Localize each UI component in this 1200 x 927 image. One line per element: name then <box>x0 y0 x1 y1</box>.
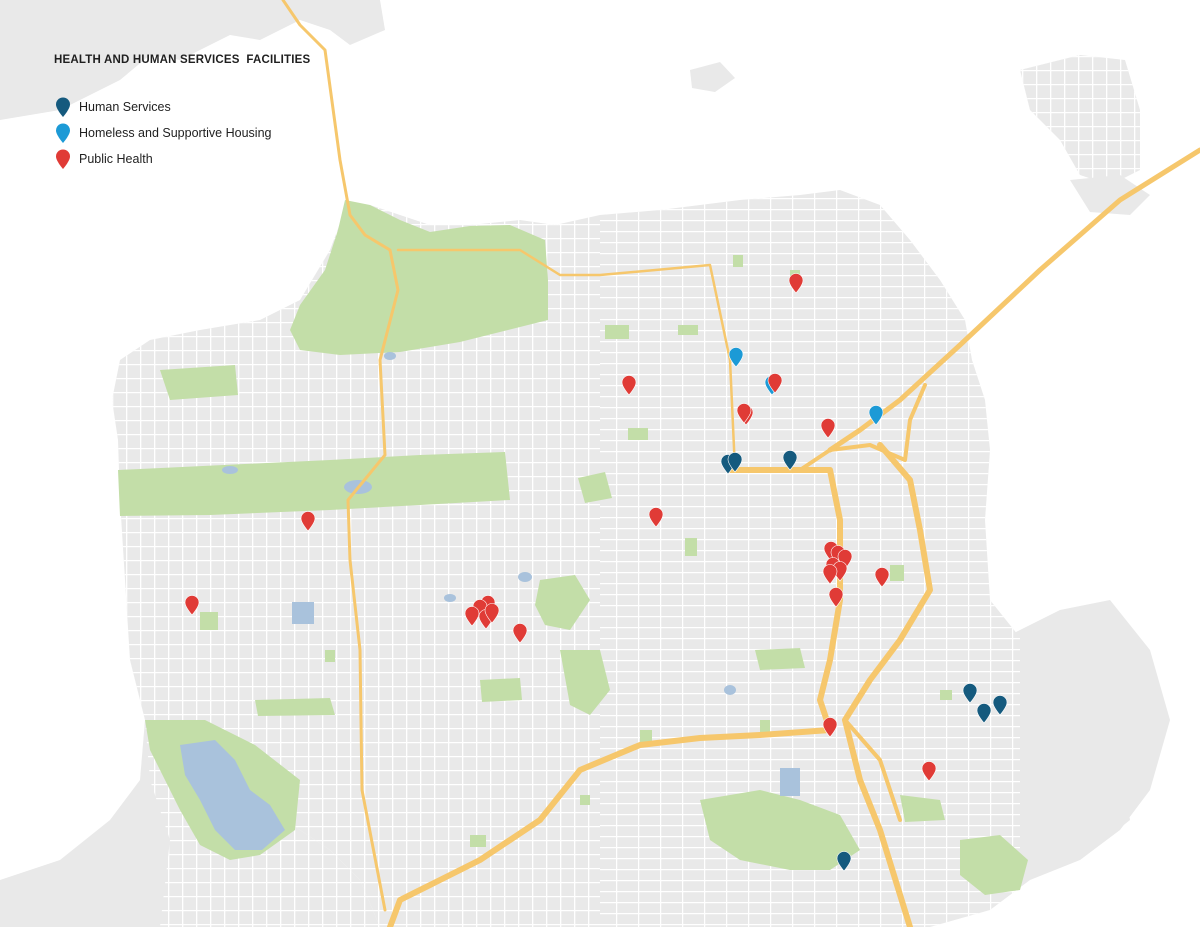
lincoln-park <box>160 365 238 400</box>
bernal-park <box>755 648 805 670</box>
mountain-lake <box>384 352 396 360</box>
legend-list: Human Services Homeless and Supportive Ho… <box>54 94 310 172</box>
map-title: HEALTH AND HUMAN SERVICES FACILITIES <box>54 54 311 66</box>
map-legend: HEALTH AND HUMAN SERVICES FACILITIES Hum… <box>54 54 310 172</box>
legend-label: Public Health <box>79 152 153 166</box>
legend-label: Homeless and Supportive Housing <box>79 126 272 140</box>
sunset-reservoir <box>292 602 314 624</box>
map-pin-icon <box>54 148 72 170</box>
legend-label: Human Services <box>79 100 171 114</box>
legend-item: Public Health <box>54 146 310 172</box>
laguna-honda <box>518 572 532 582</box>
misc-park-2 <box>255 698 335 716</box>
legend-item: Homeless and Supportive Housing <box>54 120 310 146</box>
spreckels-lake <box>222 466 238 474</box>
pine-lake <box>444 594 456 602</box>
mclaren-reservoir <box>724 685 736 695</box>
map-pin-icon <box>54 122 72 144</box>
university-mound-reservoir <box>780 768 800 796</box>
map-pin-icon <box>54 96 72 118</box>
legend-item: Human Services <box>54 94 310 120</box>
misc-park-1 <box>480 678 522 702</box>
